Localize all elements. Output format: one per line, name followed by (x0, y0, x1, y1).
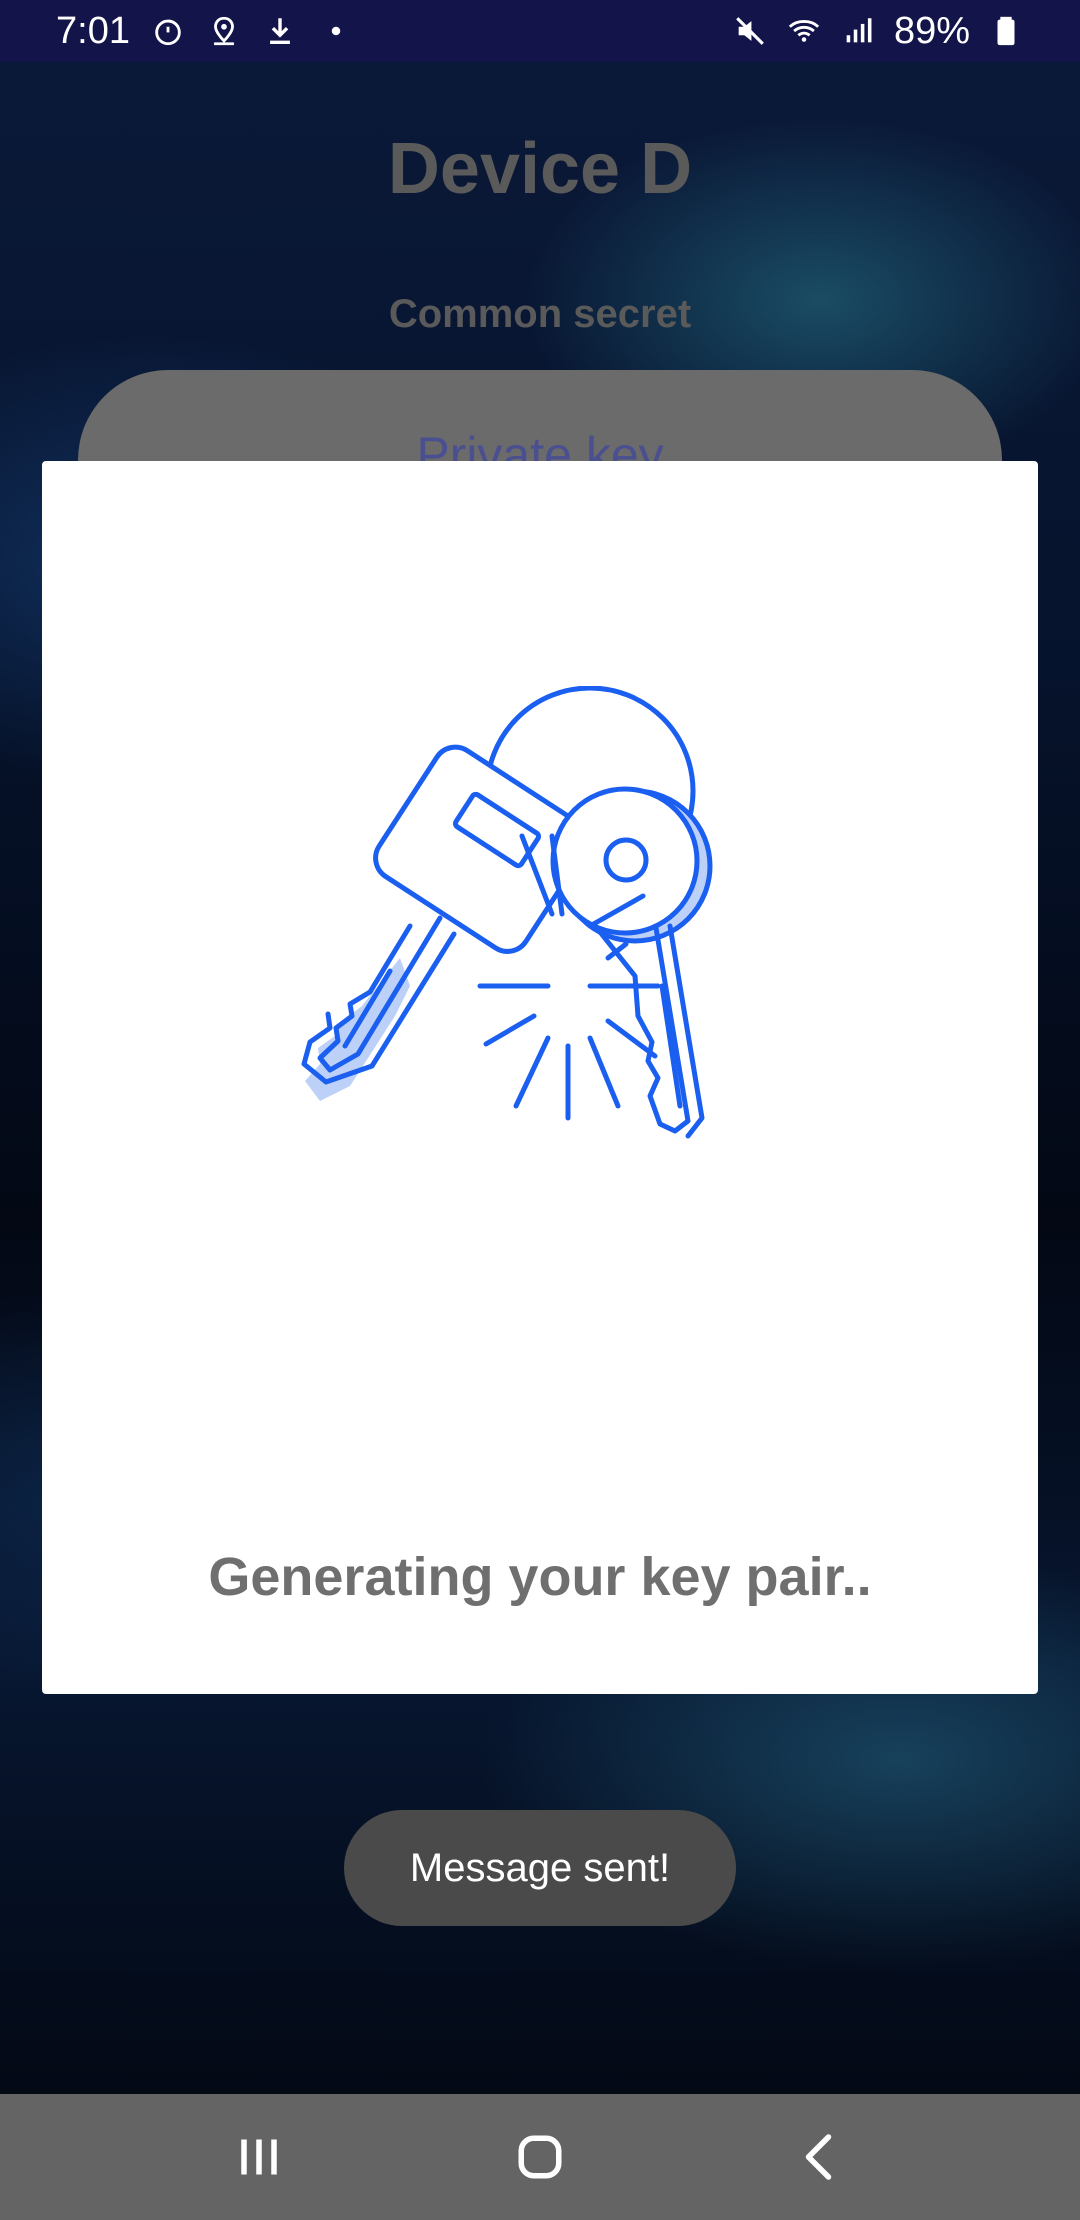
toast-message: Message sent! (344, 1810, 736, 1926)
back-button[interactable] (781, 2117, 861, 2197)
battery-icon (988, 13, 1024, 49)
timer-icon (150, 13, 186, 49)
home-icon (518, 2135, 562, 2179)
recents-icon (241, 2139, 277, 2175)
page-subtitle: Common secret (388, 292, 692, 336)
status-bar: 7:01 89% (0, 0, 1080, 62)
battery-percent: 89% (893, 9, 970, 52)
status-time: 7:01 (56, 9, 130, 52)
keys-icon (290, 685, 790, 1186)
toast-text: Message sent! (409, 1845, 671, 1890)
progress-dialog: Generating your key pair.. (42, 461, 1038, 1694)
progress-message: Generating your key pair.. (208, 1547, 872, 1607)
back-icon (805, 2134, 832, 2180)
navigation-bar (0, 2094, 1080, 2220)
notification-dot-icon (318, 13, 354, 49)
signal-icon (840, 13, 876, 49)
location-icon (206, 13, 242, 49)
download-icon (262, 13, 298, 49)
status-left: 7:01 (56, 10, 354, 53)
screen: 7:01 89% Device D Common secret Private … (0, 0, 1080, 2220)
mute-icon (732, 13, 768, 49)
home-button[interactable] (500, 2117, 580, 2197)
wifi-icon (786, 13, 822, 49)
recents-button[interactable] (219, 2117, 299, 2197)
page-title: Device D (387, 129, 693, 209)
status-right: 89% (732, 10, 1024, 53)
